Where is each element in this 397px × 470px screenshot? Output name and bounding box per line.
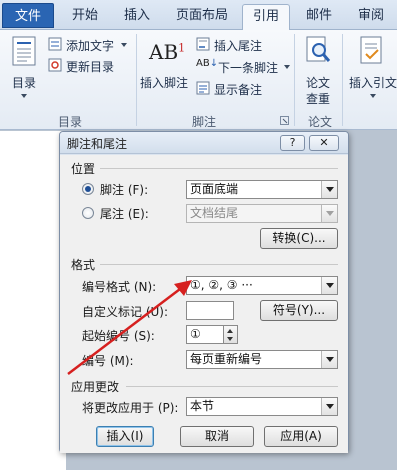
section-divider: [100, 168, 338, 169]
radio-selected-dot: [85, 186, 91, 192]
footnote-ab-text: AB: [149, 40, 179, 64]
add-text-button[interactable]: 添加文字: [48, 36, 132, 54]
insert-citation-label: 插入引文: [349, 76, 397, 90]
update-toc-label: 更新目录: [66, 60, 115, 74]
convert-button[interactable]: 转换(C)...: [260, 228, 338, 249]
chevron-down-icon: [121, 43, 127, 47]
footnotes-group-label: 脚注: [191, 115, 216, 129]
footnote-endnote-dialog: 脚注和尾注 ? ✕ 位置 脚注 (F): 页面底端 尾注 (E): 文档结尾 转…: [59, 131, 349, 453]
tab-page-layout[interactable]: 页面布局: [168, 4, 236, 30]
endnote-icon: [196, 37, 210, 51]
section-divider: [100, 264, 338, 265]
number-format-label: 编号格式 (N):: [82, 280, 157, 294]
spin-up-icon[interactable]: [227, 329, 233, 333]
tab-mailings[interactable]: 邮件: [296, 4, 342, 30]
tab-file[interactable]: 文件: [2, 3, 54, 28]
paper-check-button[interactable]: 论文 查重: [298, 34, 338, 108]
next-footnote-button[interactable]: AB↓ 下一条脚注: [196, 58, 292, 76]
numbering-value: 每页重新编号: [190, 352, 263, 366]
chevron-down-icon: [370, 94, 376, 98]
add-text-label: 添加文字: [66, 39, 115, 53]
paper-check-label-line2: 查重: [306, 92, 331, 106]
numbering-select[interactable]: 每页重新编号: [186, 350, 338, 369]
start-at-label: 起始编号 (S):: [82, 329, 155, 343]
close-button[interactable]: ✕: [309, 135, 339, 151]
insert-button[interactable]: 插入(I): [96, 426, 154, 447]
chevron-down-icon[interactable]: [321, 205, 337, 222]
footnote-ab-icon: AB1: [149, 40, 185, 64]
add-text-icon: [48, 37, 62, 51]
apply-section-title: 应用更改: [71, 380, 120, 394]
insert-endnote-button[interactable]: 插入尾注: [196, 36, 276, 54]
apply-to-label: 将更改应用于 (P):: [82, 401, 179, 415]
apply-button[interactable]: 应用(A): [264, 426, 338, 447]
dialog-title: 脚注和尾注: [67, 137, 128, 151]
next-footnote-label: 下一条脚注: [218, 61, 279, 75]
chevron-down-icon[interactable]: [321, 277, 337, 294]
next-footnote-icon: AB↓: [196, 58, 219, 69]
update-toc-button[interactable]: 更新目录: [48, 57, 132, 75]
endnote-position-value: 文档结尾: [190, 206, 239, 220]
dialog-body: 位置 脚注 (F): 页面底端 尾注 (E): 文档结尾 转换(C)... 格式…: [60, 155, 348, 453]
endnote-position-select[interactable]: 文档结尾: [186, 204, 338, 223]
footnote-position-value: 页面底端: [190, 182, 239, 196]
citation-icon: [360, 36, 382, 64]
help-button[interactable]: ?: [280, 135, 305, 151]
numbering-label: 编号 (M):: [82, 354, 134, 368]
next-footnote-ab-text: AB: [196, 58, 210, 69]
insert-citation-button[interactable]: 插入引文: [346, 34, 397, 108]
cancel-button[interactable]: 取消: [180, 426, 254, 447]
tab-insert[interactable]: 插入: [114, 4, 160, 30]
dialog-title-bar[interactable]: 脚注和尾注 ? ✕: [60, 132, 348, 154]
footnote-position-select[interactable]: 页面底端: [186, 180, 338, 199]
insert-footnote-button[interactable]: AB1 插入脚注: [138, 34, 190, 108]
show-notes-button[interactable]: 显示备注: [196, 80, 276, 98]
apply-to-select[interactable]: 本节: [186, 397, 338, 416]
magnifier-doc-icon: [306, 36, 331, 62]
ribbon-tab-bar: 文件 开始 插入 页面布局 引用 邮件 审阅: [0, 0, 397, 31]
footnote-superscript: 1: [178, 41, 186, 55]
custom-mark-input[interactable]: [186, 301, 234, 320]
endnote-label: 尾注 (E):: [100, 207, 149, 221]
chevron-down-icon[interactable]: [321, 398, 337, 415]
number-format-value: ①, ②, ③ ···: [190, 278, 253, 292]
chevron-down-icon[interactable]: [321, 181, 337, 198]
custom-mark-label: 自定义标记 (U):: [82, 305, 169, 319]
footnote-radio[interactable]: [82, 183, 94, 195]
tab-references[interactable]: 引用: [242, 4, 290, 31]
chevron-down-icon: [284, 65, 290, 69]
tab-review[interactable]: 审阅: [348, 4, 394, 30]
toc-icon: [12, 36, 36, 66]
section-divider: [126, 386, 338, 387]
group-separator: [294, 34, 295, 126]
document-page[interactable]: [0, 131, 66, 470]
group-separator: [136, 34, 137, 126]
dialog-launcher-icon[interactable]: [280, 116, 289, 125]
update-icon: [48, 58, 62, 72]
group-separator: [342, 34, 343, 126]
symbol-button[interactable]: 符号(Y)...: [260, 300, 338, 321]
insert-footnote-label: 插入脚注: [140, 76, 189, 90]
chevron-down-icon: [21, 94, 27, 98]
insert-endnote-label: 插入尾注: [214, 39, 263, 53]
apply-to-value: 本节: [190, 399, 215, 413]
chevron-down-icon[interactable]: [321, 351, 337, 368]
tab-home[interactable]: 开始: [62, 4, 108, 30]
start-at-spinner[interactable]: [224, 325, 238, 344]
start-at-input[interactable]: ①: [186, 325, 224, 344]
toc-button-label: 目录: [12, 76, 37, 90]
show-notes-icon: [196, 81, 210, 95]
number-format-select[interactable]: ①, ②, ③ ···: [186, 276, 338, 295]
ribbon: 目录 添加文字 更新目录 目录 AB1 插入脚注 插入尾注 AB↓ 下一条脚注 …: [0, 30, 397, 130]
toc-group-label: 目录: [57, 115, 82, 129]
format-section-title: 格式: [71, 258, 96, 272]
toc-button[interactable]: 目录: [4, 34, 44, 108]
paper-group-label: 论文: [307, 115, 332, 129]
location-section-title: 位置: [71, 162, 96, 176]
paper-check-label-line1: 论文: [306, 76, 331, 90]
spin-down-icon[interactable]: [227, 337, 233, 341]
endnote-radio[interactable]: [82, 207, 94, 219]
footnote-label: 脚注 (F):: [100, 183, 149, 197]
show-notes-label: 显示备注: [214, 83, 263, 97]
